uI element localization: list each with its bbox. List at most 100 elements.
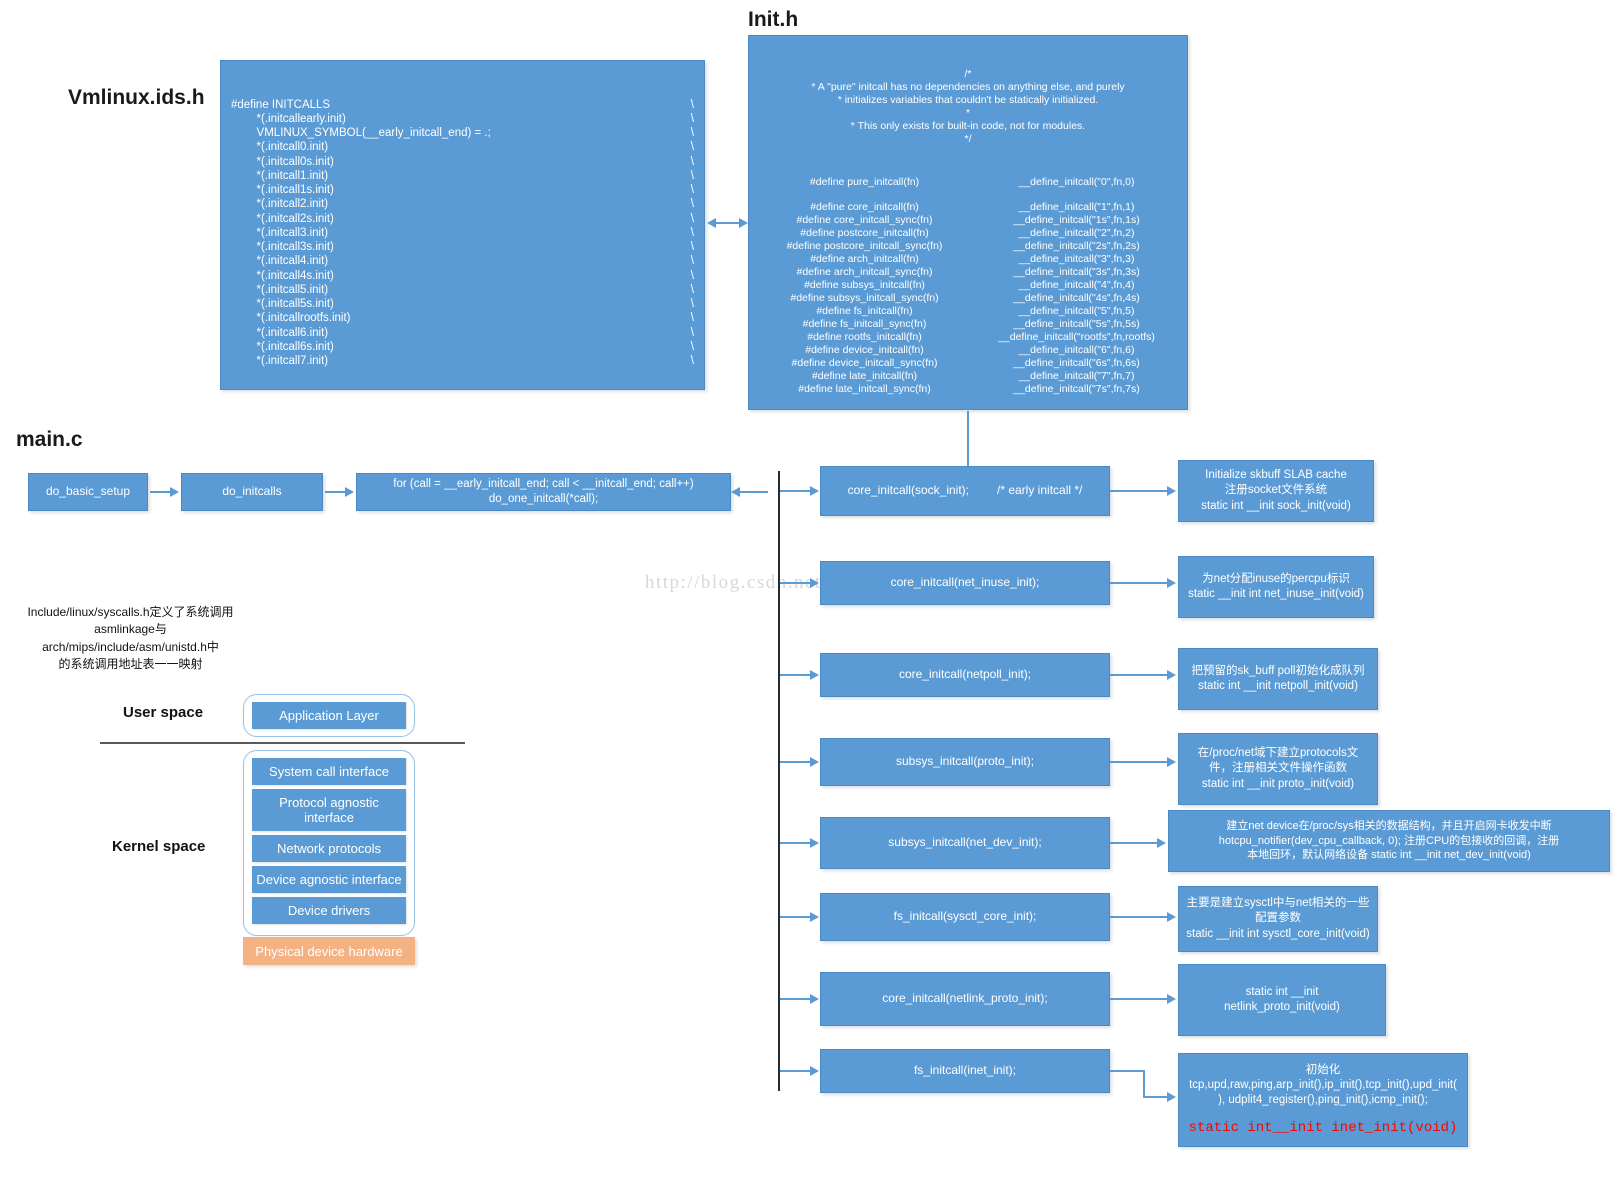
vmlinux-line-continuation: \ [690,112,694,125]
inith-comment-line: * A "pure" initcall has no dependencies … [811,81,1125,94]
initcall-red-signature: static int__init inet_init(void) [1188,1119,1458,1136]
arrow-into-description [1167,757,1176,767]
vmlinux-code-line: *(.initcallrootfs.init) \ [231,311,694,325]
initcall-description-line: 主要是建立sysctl中与net相关的一些 [1186,897,1370,910]
physical-device-hardware-box: Physical device hardware [243,937,415,965]
inith-define-name: #define core_initcall(fn) [810,201,919,214]
inith-define-row: #define rootfs_initcall(fn) __define_init… [757,331,1179,344]
arrow-into-initcall [810,757,819,767]
connector-initcall-to-desc [1110,582,1168,584]
connector-initcall-to-desc [1110,1070,1144,1072]
flow-box-initcall-loop: for (call = __early_initcall_end; call <… [356,473,731,511]
initcall-description-line: 配置参数 [1255,912,1301,925]
inith-define-row: #define fs_initcall(fn) __define_initcall… [757,305,1179,318]
inith-define-value: __define_initcall("5",fn,5) [1018,305,1135,318]
arrow-into-description [1167,912,1176,922]
vmlinux-code-text: *(.initcallrootfs.init) [231,312,351,325]
inith-define-value: __define_initcall("6",fn,6) [1018,344,1135,357]
vmlinux-line-continuation: \ [690,198,694,211]
arrow-into-description [1167,578,1176,588]
inith-define-name: #define pure_initcall(fn) [809,176,920,189]
connector-initcalls-to-loop [325,491,347,493]
inith-define-row: #define arch_initcall(fn) __define_initca… [757,253,1179,266]
connector-basic-to-initcalls [150,491,172,493]
initcall-box: subsys_initcall(net_dev_init); [820,817,1110,869]
initcall-description-line: 件，注册相关文件操作函数 [1209,762,1347,775]
inith-define-name: #define subsys_initcall_sync(fn) [790,292,939,305]
stack-item-kernel: System call interface [252,758,406,785]
kernel-space-stack: System call interface Protocol agnostic i… [243,750,415,936]
arrow-into-initcall [810,912,819,922]
connector-initcall-to-desc [1110,842,1158,844]
inith-define-name: #define fs_initcall(fn) [816,305,913,318]
inith-define-value: __define_initcall("2s",fn,2s) [1013,240,1140,253]
inith-define-list: #define pure_initcall(fn) __define_initca… [757,176,1179,396]
inith-comment-block: /* * A "pure" initcall has no dependencie… [757,68,1179,146]
initcall-description-line: static int __init proto_init(void) [1201,777,1355,790]
arrow-into-description [1167,1092,1176,1102]
inith-define-row: #define fs_initcall_sync(fn) __define_ini… [757,318,1179,331]
vmlinux-code-text: *(.initcall2s.init) [231,212,334,225]
vmlinux-code-text: *(.initcall4.init) [231,255,329,268]
inith-define-value: __define_initcall("1s",fn,1s) [1013,214,1140,227]
inith-define-name: #define arch_initcall(fn) [810,253,919,266]
vmlinux-line-continuation: \ [690,326,694,339]
initcall-comment-text: /* early initcall */ [997,483,1083,498]
stack-item-kernel: Device drivers [252,897,406,924]
arrow-into-initcall [810,994,819,1004]
inith-define-row: #define late_initcall_sync(fn) __define_i… [757,383,1179,396]
user-space-label: User space [123,704,204,721]
page-title-inith: Init.h [748,8,799,31]
initcall-description-box: 为net分配inuse的percpu标识 static __init int ne… [1178,556,1374,618]
syscall-note-line: Include/linux/syscalls.h定义了系统调用 [27,605,234,619]
inith-define-value: __define_initcall("0",fn,0) [1018,176,1135,189]
syscall-note: Include/linux/syscalls.h定义了系统调用 asmlinkag… [18,604,243,674]
stack-item-kernel: Network protocols [252,835,406,862]
vmlinux-code-line: *(.initcall2s.init) \ [231,212,694,226]
arrow-to-loop [345,487,354,497]
inith-define-name: #define postcore_initcall(fn) [800,227,929,240]
vmlinux-code-text: VMLINUX_SYMBOL(__early_initcall_end) = .… [231,127,491,139]
inith-define-row: #define postcore_initcall_sync(fn) __defi… [757,240,1179,253]
initcall-box: subsys_initcall(proto_init); [820,738,1110,786]
arrow-into-initcall [810,1066,819,1076]
inith-define-name: #define subsys_initcall(fn) [804,279,925,292]
connector-initcall-to-desc [1110,490,1168,492]
inith-define-row: #define core_initcall_sync(fn) __define_i… [757,214,1179,227]
vmlinux-line-continuation: \ [690,298,694,310]
vmlinux-line-continuation: \ [690,283,694,296]
vmlinux-code-line: *(.initcall2.init) \ [231,197,694,211]
vmlinux-code-text: *(.initcall7.init) [231,355,329,367]
inith-define-value: __define_initcall("7",fn,7) [1018,370,1135,383]
arrow-into-description [1167,670,1176,680]
initcall-description-line: netlink_proto_init(void) [1224,1001,1340,1013]
vmlinux-code-line: *(.initcall0s.init) \ [231,155,694,169]
initcall-description-line: static __init int sysctl_core_init(void) [1186,927,1370,940]
vmlinux-line-continuation: \ [690,98,694,111]
vmlinux-code-text: *(.initcall4s.init) [231,269,334,282]
inith-defines-box: /* * A "pure" initcall has no dependencie… [748,35,1188,410]
inith-comment-line: * initializes variables that couldn't be… [837,94,1099,107]
inith-define-name: #define rootfs_initcall(fn) [807,331,922,344]
connector-initcall-to-desc [1110,998,1168,1000]
vmlinux-code-line: *(.initcall1s.init) \ [231,183,694,197]
inith-define-name: #define device_initcall(fn) [805,344,924,357]
initcall-description-box: 初始化 tcp,upd,raw,ping,arp_init(),ip_init()… [1178,1053,1468,1147]
initcall-box: core_initcall(net_inuse_init); [820,561,1110,605]
initcall-description-line: 把预留的sk_buff poll初始化成队列 [1191,664,1365,677]
arrow-into-initcall [810,578,819,588]
connector-trunk-to-initcall [780,842,812,844]
vmlinux-line-continuation: \ [690,184,694,196]
inith-define-value: __define_initcall("rootfs",fn,rootfs) [998,331,1155,344]
initcall-box: fs_initcall(sysctl_core_init); [820,893,1110,941]
inith-comment-line: * [965,107,971,120]
vmlinux-line-continuation: \ [690,155,694,168]
initcall-description-line: 为net分配inuse的percpu标识 [1202,572,1350,585]
vmlinux-line-continuation: \ [690,127,694,139]
arrow-vmlinux-left [707,218,716,228]
connector-initcall-to-desc [1110,916,1168,918]
vmlinux-code-line: *(.initcall1.init) \ [231,169,694,183]
inith-define-row: #define pure_initcall(fn) __define_initca… [757,176,1179,189]
initcall-description-line: ), udplit4_register(),ping_init(),icmp_i… [1218,1094,1428,1107]
initcall-description-line: 注册socket文件系统 [1224,484,1328,497]
